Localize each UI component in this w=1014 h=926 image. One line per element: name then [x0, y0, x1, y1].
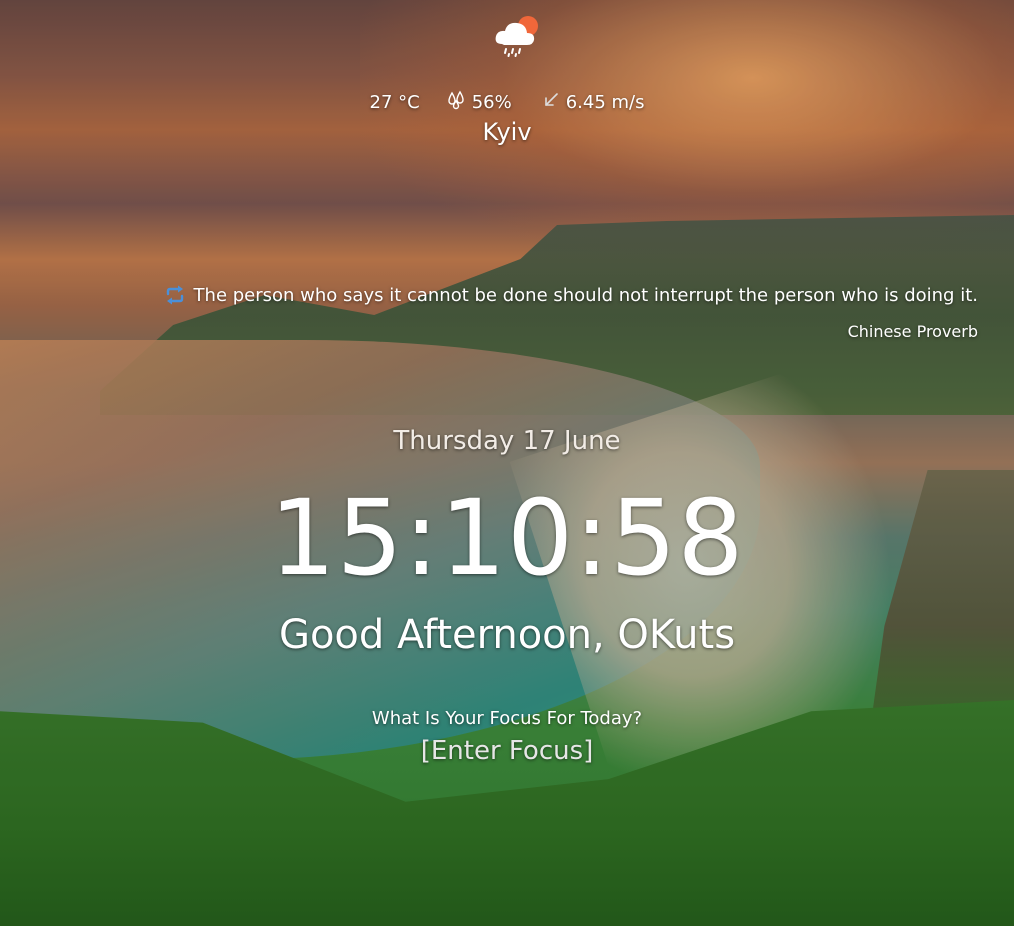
wind-direction-arrow-icon: [542, 91, 560, 114]
focus-question: What Is Your Focus For Today?: [371, 708, 643, 729]
date-display: Thursday 17 June: [393, 426, 621, 456]
clock: 15:10:58: [269, 477, 745, 599]
temperature: 27 °C: [370, 92, 420, 113]
quote-author: Chinese Proverb: [847, 322, 978, 341]
wind-value: 6.45 m/s: [565, 92, 645, 113]
greeting: Good Afternoon, OKuts: [278, 612, 736, 658]
city-name: Kyiv: [482, 118, 532, 146]
refresh-icon[interactable]: [164, 284, 186, 306]
temperature-value: 27 °C: [369, 92, 420, 113]
humidity: 56%: [446, 90, 512, 115]
humidity-value: 56%: [471, 92, 512, 113]
wind: 6.45 m/s: [542, 91, 645, 114]
focus-input[interactable]: [Enter Focus]: [407, 736, 607, 766]
weather-stats: 27 °C 56% 6.45 m/s: [0, 90, 1014, 115]
cloud-rain-sun-icon: [492, 12, 542, 58]
quote-text: The person who says it cannot be done sh…: [193, 284, 978, 306]
droplets-icon: [446, 90, 466, 115]
quote: The person who says it cannot be done sh…: [164, 284, 978, 306]
dashboard: 27 °C 56% 6.45 m/s Kyiv The person who s…: [0, 0, 1014, 926]
